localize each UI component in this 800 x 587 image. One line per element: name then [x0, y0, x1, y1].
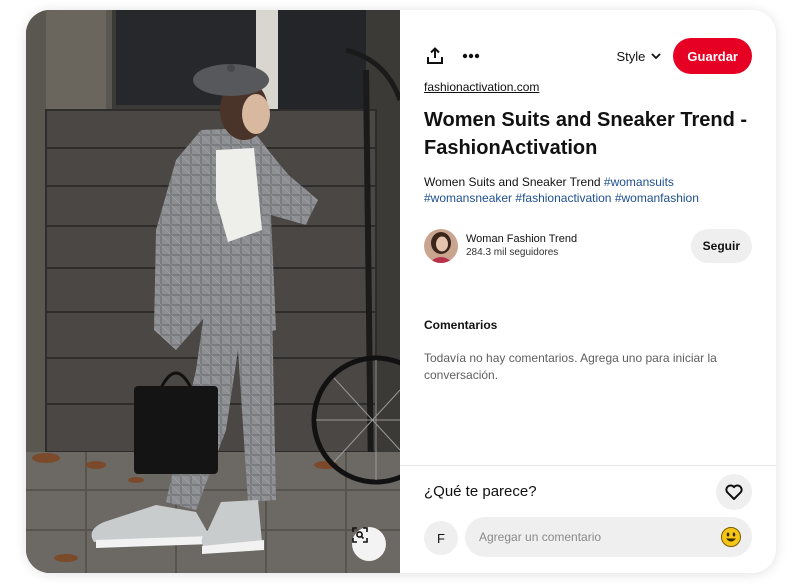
creator-row: Woman Fashion Trend 284.3 mil seguidores…: [424, 228, 752, 264]
comment-box: [465, 517, 752, 557]
comment-input[interactable]: [479, 530, 720, 544]
pin-details-panel: Style Guardar fashionactivation.com Wome…: [400, 10, 776, 573]
pin-description: Women Suits and Sneaker Trend #womansuit…: [424, 174, 754, 206]
comment-composer: ¿Qué te parece? F: [400, 465, 776, 573]
creator-avatar[interactable]: [424, 229, 458, 263]
source-link[interactable]: fashionactivation.com: [424, 80, 539, 94]
pin-toolbar: Style Guardar: [424, 38, 752, 74]
pin-card: Style Guardar fashionactivation.com Wome…: [26, 10, 776, 573]
hashtag-link[interactable]: #womansuits: [604, 175, 674, 189]
pin-title: Women Suits and Sneaker Trend - FashionA…: [424, 109, 748, 159]
heart-icon: [725, 484, 743, 500]
more-icon[interactable]: [460, 45, 482, 67]
emoji-icon[interactable]: [720, 526, 742, 548]
hashtag-link[interactable]: #fashionactivation: [515, 191, 611, 205]
visual-search-button[interactable]: [352, 527, 386, 561]
creator-name[interactable]: Woman Fashion Trend: [466, 232, 691, 246]
hashtag-link[interactable]: #womansneaker: [424, 191, 512, 205]
comments-empty-message: Todavía no hay comentarios. Agrega uno p…: [424, 351, 717, 382]
lens-icon: [352, 527, 368, 543]
chevron-down-icon: [651, 52, 662, 59]
creator-info: Woman Fashion Trend 284.3 mil seguidores: [466, 232, 691, 260]
save-button[interactable]: Guardar: [673, 38, 752, 74]
user-avatar[interactable]: F: [424, 521, 458, 555]
description-text: Women Suits and Sneaker Trend: [424, 175, 601, 189]
follow-button[interactable]: Seguir: [690, 229, 752, 263]
board-select[interactable]: Style: [617, 49, 662, 64]
comments-heading: Comentarios: [424, 318, 498, 332]
pin-image[interactable]: [26, 10, 400, 573]
react-button[interactable]: [716, 474, 752, 510]
pin-photo-illustration: [26, 10, 400, 573]
comment-prompt: ¿Qué te parece?: [424, 483, 537, 500]
creator-followers: 284.3 mil seguidores: [466, 247, 559, 258]
hashtag-link[interactable]: #womanfashion: [615, 191, 699, 205]
share-icon[interactable]: [424, 45, 446, 67]
board-select-label: Style: [616, 48, 646, 64]
